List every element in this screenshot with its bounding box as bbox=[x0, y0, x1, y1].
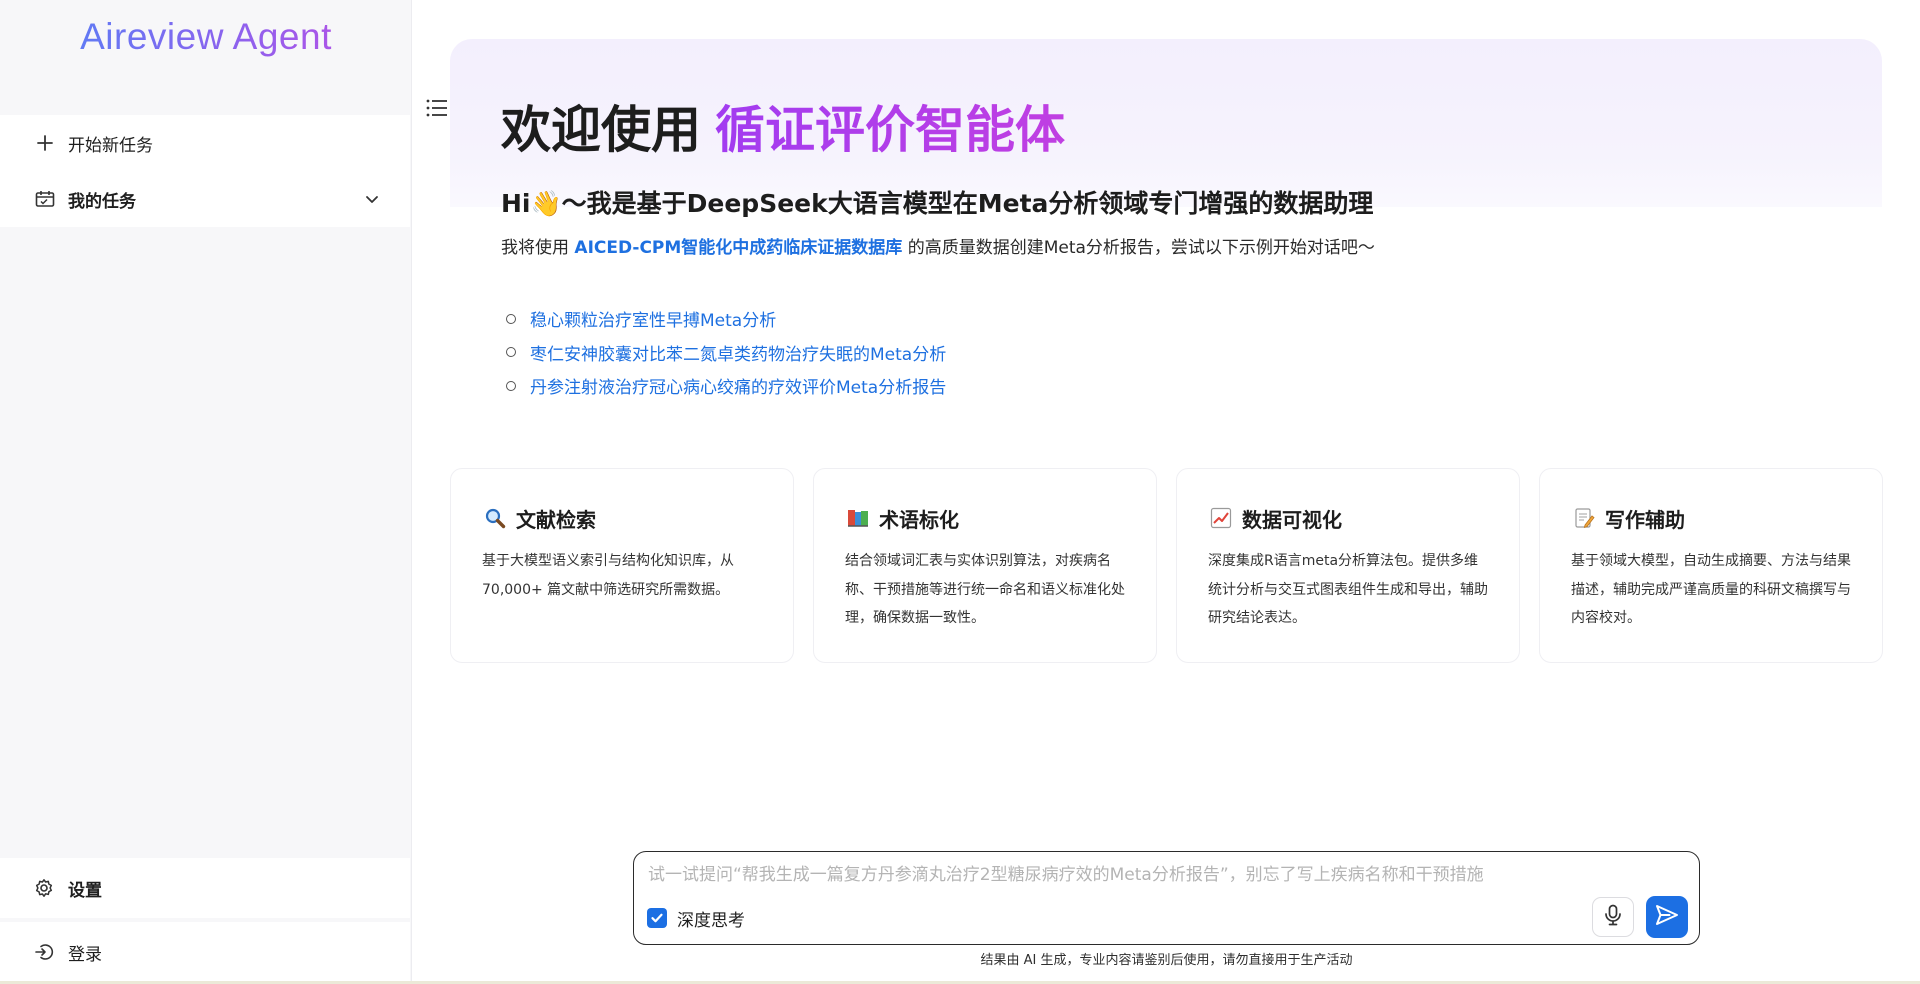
example-prompts: 稳心颗粒治疗室性早搏Meta分析 枣仁安神胶囊对比苯二氮卓类药物治疗失眠的Met… bbox=[506, 302, 946, 403]
bullet-icon bbox=[506, 380, 516, 391]
login-label: 登录 bbox=[68, 944, 102, 965]
card-title-text: 文献检索 bbox=[516, 507, 596, 532]
example-prompt-link[interactable]: 枣仁安神胶囊对比苯二氮卓类药物治疗失眠的Meta分析 bbox=[506, 336, 946, 370]
task-calendar-icon bbox=[34, 188, 56, 210]
card-description: 结合领域词汇表与实体识别算法，对疾病名称、干预措施等进行统一命名和语义标准化处理… bbox=[845, 553, 1125, 626]
magnifier-icon bbox=[482, 505, 508, 531]
sidebar: Aireview Agent 开始新任务 我的任务 设置 登录 bbox=[0, 0, 412, 984]
feature-card-literature-search: 文献检索 基于大模型语义索引与结构化知识库，从 70,000+ 篇文献中筛选研究… bbox=[450, 468, 794, 663]
example-prompt-link[interactable]: 稳心颗粒治疗室性早搏Meta分析 bbox=[506, 302, 946, 336]
brand-logo: Aireview Agent bbox=[0, 16, 412, 58]
settings-label: 设置 bbox=[68, 880, 102, 901]
card-description: 基于大模型语义索引与结构化知识库，从 70,000+ 篇文献中筛选研究所需数据。 bbox=[482, 553, 734, 598]
welcome-prefix: 欢迎使用 bbox=[501, 101, 701, 159]
chevron-down-icon[interactable] bbox=[362, 189, 382, 209]
chart-increasing-icon bbox=[1208, 505, 1234, 531]
database-link[interactable]: AICED-CPM智能化中成药临床证据数据库 bbox=[574, 238, 902, 258]
login-icon bbox=[34, 942, 54, 962]
intro-after: 的高质量数据创建Meta分析报告，尝试以下示例开始对话吧～ bbox=[902, 238, 1375, 258]
plus-icon bbox=[34, 132, 56, 154]
example-prompt-text: 枣仁安神胶囊对比苯二氮卓类药物治疗失眠的Meta分析 bbox=[530, 344, 947, 365]
prompt-input[interactable] bbox=[648, 860, 1678, 890]
greeting: Hi👋～我是基于DeepSeek大语言模型在Meta分析领域专门增强的数据助理 bbox=[501, 184, 1373, 220]
example-prompt-text: 丹参注射液治疗冠心病心绞痛的疗效评价Meta分析报告 bbox=[530, 378, 947, 399]
waving-hand-icon: 👋 bbox=[530, 189, 562, 218]
deep-think-toggle[interactable]: 深度思考 bbox=[647, 906, 745, 931]
greeting-prefix: Hi bbox=[501, 189, 531, 218]
card-title: 数据可视化 bbox=[1208, 503, 1491, 533]
send-button[interactable] bbox=[1646, 896, 1688, 938]
feature-card-writing-assistant: 写作辅助 基于领域大模型，自动生成摘要、方法与结果描述，辅助完成严谨高质量的科研… bbox=[1539, 468, 1883, 663]
greeting-text: ～我是基于DeepSeek大语言模型在Meta分析领域专门增强的数据助理 bbox=[561, 189, 1374, 218]
example-prompt-text: 稳心颗粒治疗室性早搏Meta分析 bbox=[530, 311, 777, 332]
feature-card-data-visualization: 数据可视化 深度集成R语言meta分析算法包。提供多维统计分析与交互式图表组件生… bbox=[1176, 468, 1520, 663]
bullet-icon bbox=[506, 347, 516, 358]
books-icon bbox=[845, 505, 871, 531]
new-task-button[interactable]: 开始新任务 bbox=[0, 115, 410, 171]
card-title: 写作辅助 bbox=[1571, 503, 1854, 533]
bullet-icon bbox=[506, 313, 516, 324]
sidebar-nav: 开始新任务 我的任务 bbox=[0, 115, 410, 227]
my-tasks-menu[interactable]: 我的任务 bbox=[0, 171, 410, 227]
new-task-label: 开始新任务 bbox=[68, 135, 153, 156]
card-title: 术语标化 bbox=[845, 503, 1128, 533]
card-title-text: 写作辅助 bbox=[1605, 507, 1685, 532]
my-tasks-label: 我的任务 bbox=[68, 191, 136, 212]
card-description: 基于领域大模型，自动生成摘要、方法与结果描述，辅助完成严谨高质量的科研文稿撰写与… bbox=[1571, 553, 1851, 626]
intro-before: 我将使用 bbox=[501, 238, 575, 258]
microphone-icon bbox=[1603, 904, 1623, 930]
list-icon bbox=[425, 98, 449, 122]
voice-input-button[interactable] bbox=[1592, 897, 1634, 937]
intro-text: 我将使用 AICED-CPM智能化中成药临床证据数据库 的高质量数据创建Meta… bbox=[501, 233, 1375, 258]
feature-card-term-normalization: 术语标化 结合领域词汇表与实体识别算法，对疾病名称、干预措施等进行统一命名和语义… bbox=[813, 468, 1157, 663]
product-name: 循证评价智能体 bbox=[715, 101, 1065, 159]
example-prompt-link[interactable]: 丹参注射液治疗冠心病心绞痛的疗效评价Meta分析报告 bbox=[506, 369, 946, 403]
login-button[interactable]: 登录 bbox=[0, 922, 410, 982]
welcome-heading: 欢迎使用 循证评价智能体 bbox=[501, 90, 1065, 162]
deep-think-label: 深度思考 bbox=[677, 910, 745, 931]
checkbox-checked-icon[interactable] bbox=[647, 908, 667, 928]
memo-icon bbox=[1571, 505, 1597, 531]
card-title-text: 术语标化 bbox=[879, 507, 959, 532]
card-title-text: 数据可视化 bbox=[1242, 507, 1342, 532]
send-icon bbox=[1655, 904, 1679, 930]
gear-icon bbox=[34, 878, 54, 898]
card-title: 文献检索 bbox=[482, 503, 765, 533]
chat-composer: 深度思考 bbox=[633, 851, 1700, 945]
settings-button[interactable]: 设置 bbox=[0, 858, 410, 918]
card-description: 深度集成R语言meta分析算法包。提供多维统计分析与交互式图表组件生成和导出，辅… bbox=[1208, 553, 1488, 626]
ai-disclaimer: 结果由 AI 生成，专业内容请鉴别后使用，请勿直接用于生产活动 bbox=[980, 953, 1353, 968]
